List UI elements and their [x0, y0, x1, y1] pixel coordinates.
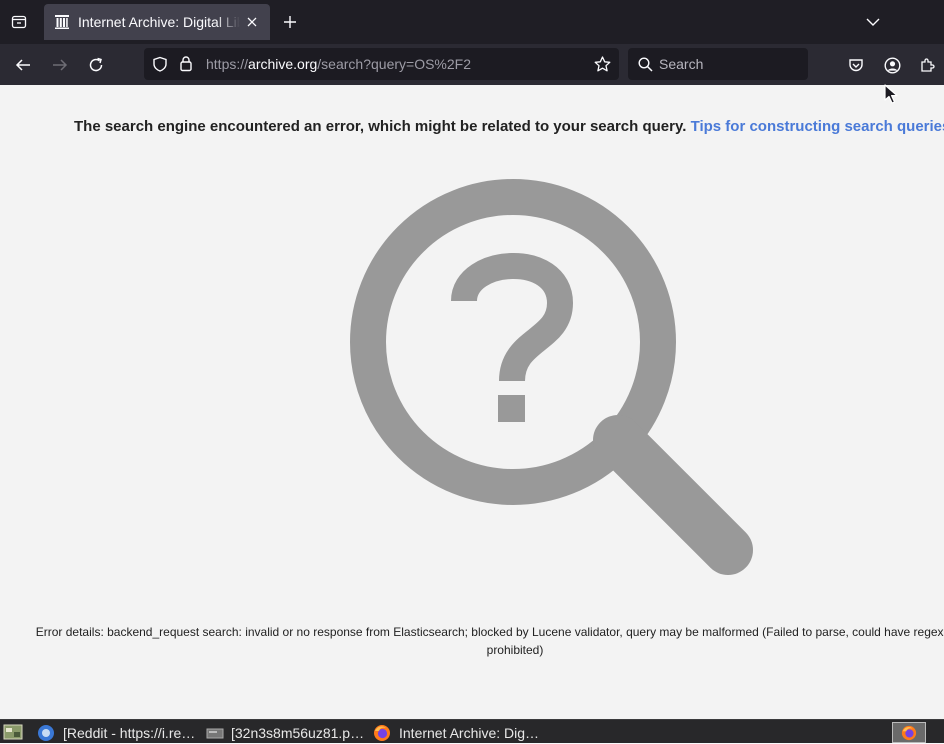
shield-icon[interactable] — [152, 56, 168, 72]
taskbar-item-label: Internet Archive: Dig… — [399, 725, 540, 741]
archive-favicon-icon — [55, 15, 69, 29]
taskbar-item-label: [Reddit - https://i.re… — [63, 725, 196, 741]
extensions-button[interactable] — [915, 52, 941, 78]
taskbar-item-image[interactable]: [32n3s8m56uz81.p… — [206, 722, 364, 744]
search-bar[interactable]: Search — [628, 48, 808, 80]
reload-icon — [89, 57, 103, 72]
error-heading: The search engine encountered an error, … — [74, 118, 944, 135]
url-text[interactable]: https://archive.org/search?query=OS%2F2 — [206, 56, 471, 72]
search-icon — [638, 57, 653, 72]
url-path: /search?query=OS%2F2 — [317, 56, 471, 72]
plus-icon — [284, 16, 296, 28]
url-scheme: https:// — [206, 56, 249, 72]
reload-button[interactable] — [83, 52, 109, 78]
forward-button[interactable] — [47, 52, 73, 78]
account-button[interactable] — [879, 52, 905, 78]
error-details: Error details: backend_request search: i… — [0, 623, 944, 659]
url-host: archive.org — [248, 56, 318, 72]
error-details-line-1: Error details: backend_request search: i… — [35, 625, 944, 639]
mouse-pointer-icon — [884, 84, 898, 104]
forward-icon — [53, 59, 68, 71]
browser-app-icon — [38, 725, 54, 741]
tab-list-icon — [11, 15, 27, 29]
pocket-icon — [849, 59, 863, 72]
url-bar[interactable]: https://archive.org/search?query=OS%2F2 — [144, 48, 619, 80]
account-icon — [883, 56, 901, 74]
firefox-icon — [374, 725, 390, 741]
navigation-toolbar: https://archive.org/search?query=OS%2F2 … — [0, 44, 944, 85]
tab-title: Internet Archive: Digital Library of Fre… — [78, 14, 240, 30]
tab-close-button[interactable] — [242, 12, 262, 32]
tab-list-button[interactable] — [6, 10, 32, 34]
new-tab-button[interactable] — [278, 10, 302, 34]
error-details-line-2: prohibited) — [486, 643, 544, 657]
back-button[interactable] — [10, 52, 36, 78]
taskbar: [Reddit - https://i.re… [32n3s8m56uz81.p… — [0, 719, 944, 743]
menu-icon[interactable] — [3, 723, 23, 741]
magnifier-question-icon — [350, 179, 753, 575]
taskbar-item-reddit[interactable]: [Reddit - https://i.re… — [36, 722, 195, 744]
lock-icon[interactable] — [179, 55, 193, 72]
list-all-tabs-button[interactable] — [862, 10, 884, 34]
page-content: The search engine encountered an error, … — [0, 85, 944, 719]
search-input[interactable]: Search — [659, 56, 703, 72]
taskbar-item-label: [32n3s8m56uz81.p… — [231, 725, 365, 741]
star-icon[interactable] — [594, 56, 611, 72]
tab-internet-archive[interactable]: Internet Archive: Digital Library of Fre… — [44, 4, 270, 40]
chevron-down-icon — [866, 18, 880, 26]
pocket-button[interactable] — [843, 52, 869, 78]
taskbar-item-internet-archive[interactable]: Internet Archive: Dig… — [373, 722, 539, 744]
tray-firefox[interactable] — [892, 722, 926, 743]
image-viewer-icon — [206, 728, 224, 739]
error-message: The search engine encountered an error, … — [74, 118, 687, 135]
close-icon — [247, 17, 257, 27]
firefox-icon — [901, 725, 917, 740]
search-tips-link[interactable]: Tips for constructing search queries — [691, 118, 944, 135]
tab-bar: Internet Archive: Digital Library of Fre… — [0, 0, 944, 44]
back-icon — [15, 59, 30, 71]
extensions-icon — [921, 58, 935, 72]
